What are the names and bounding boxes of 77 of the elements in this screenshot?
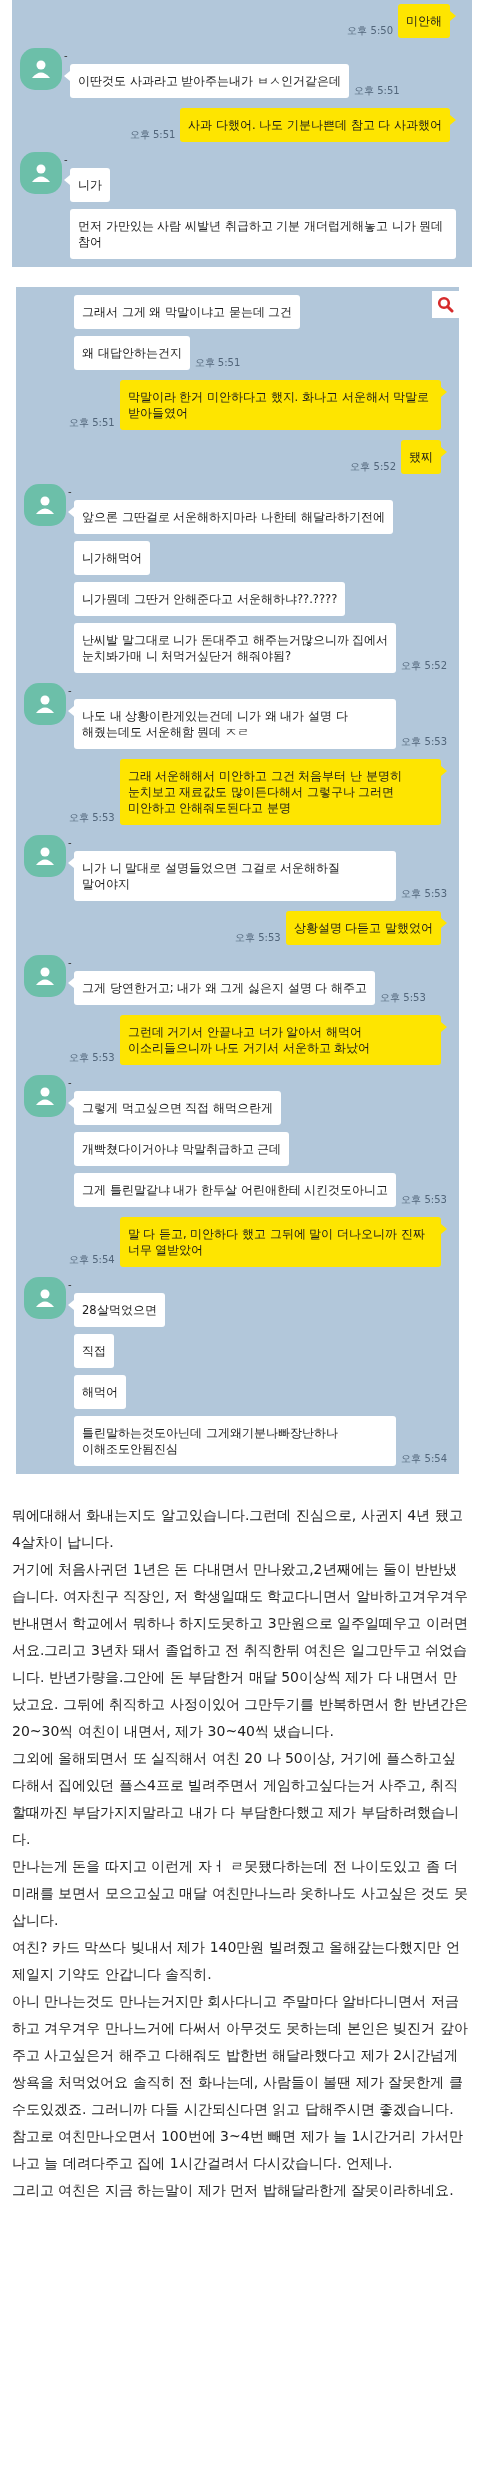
sender-name: - bbox=[68, 685, 72, 696]
sent-message: 말 다 듣고, 미안하다 했고 그뒤에 말이 더나오니까 진짜 너무 열받았어 bbox=[119, 1217, 441, 1267]
message-time: 오후 5:51 bbox=[353, 84, 400, 98]
sent-message: 상황설명 다듣고 말했었어 bbox=[285, 911, 441, 945]
message-time: 오후 5:50 bbox=[347, 24, 393, 38]
post-paragraph: 여친? 카드 막쓰다 빚내서 제가 140만원 빌려줬고 올해갚는다했지만 언제일지 기약도 안갑니다 솔직히. bbox=[12, 1938, 461, 1984]
received-message: 나도 내 상황이란게있는건데 니가 왜 내가 설명 다 해줬는데도 서운해함 뭔데 ㅈㄹ bbox=[74, 699, 397, 749]
bubble-tail bbox=[441, 1022, 447, 1032]
person-icon bbox=[34, 494, 56, 516]
received-message: 28살먹었으면 bbox=[74, 1293, 165, 1327]
sender-name: - bbox=[68, 837, 72, 848]
message-time: 오후 5:53 bbox=[401, 887, 447, 901]
sent-message: 그래 서운해해서 미안하고 그건 처음부터 난 분명히 눈치보고 재료값도 많이든다해서 그렇구나 그러면 미안하고 안해줘도된다고 분명 bbox=[119, 759, 441, 825]
message-time: 오후 5:53 bbox=[69, 1051, 115, 1065]
sender-name: - bbox=[68, 1077, 72, 1088]
received-message: 니가 bbox=[70, 168, 110, 202]
post-paragraph: 아니 만나는것도 만나는거지만 회사다니고 주말마다 알바다니면서 저금하고 겨우겨우 만나느거에 다써서 아무것도 못하는데 본인은 빚진거 갚아주고 사고싶은거 해주고 다해줘도 밥한번 해달라했다고 제가 2시간넘게 쌍욕을 처먹었어요 솔직히 전 화나는데, 사람들이 볼땐 제가 잘못한게 클수도있겠죠. 그러니까 다들 시간되신다면 읽고 답해주시면 좋겠습니다. bbox=[12, 1992, 469, 2119]
sent-message: 됐찌 bbox=[401, 440, 441, 474]
message-time: 오후 5:51 bbox=[194, 356, 241, 370]
search-icon bbox=[437, 296, 454, 313]
message-time: 오후 5:53 bbox=[401, 1193, 447, 1207]
person-icon bbox=[30, 162, 52, 184]
post-paragraph: 거기에 처음사귀던 1년은 돈 다내면서 만나왔고,2년째에는 둘이 반반냈습니다. 여자친구 직장인, 저 학생일때도 학교다니면서 알바하고겨우겨우 반내면서 학교에서 뭐하나 하지도못하고 3만원으로 일주일떼우고 이러면서요.그리고 3년차 돼서 졸업하고 전 취직한뒤 여친은 일그만두고 쉬었습니다. 반년가량을.그안에 돈 부담한거 매달 50이상씩 제가 다 내면서 만났고요. 그뒤에 취직하고 사정이있어 그만두기를 반복하면서 한 반년간은 20~30씩 여친이 내면서, 제가 30~40씩 냈습니다. bbox=[12, 1560, 469, 1741]
sender-name: - bbox=[64, 154, 68, 165]
message-time: 오후 5:53 bbox=[380, 991, 426, 1005]
post-paragraph: 그리고 여친은 지금 하는말이 제가 먼저 밥해달라한게 잘못이라하네요. bbox=[12, 2181, 455, 2200]
message-time: 오후 5:54 bbox=[401, 1452, 447, 1466]
received-message: 그게 틀린말같냐 내가 한두살 어린애한테 시킨것도아니고 bbox=[74, 1173, 397, 1207]
message-time: 오후 5:51 bbox=[69, 416, 115, 430]
person-icon bbox=[34, 1287, 56, 1309]
person-icon bbox=[34, 965, 56, 987]
person-icon bbox=[34, 693, 56, 715]
bubble-tail bbox=[441, 1224, 447, 1234]
bubble-tail bbox=[450, 115, 456, 125]
person-icon bbox=[34, 1085, 56, 1107]
sender-name: - bbox=[68, 1279, 72, 1290]
received-message: 앞으론 그딴걸로 서운해하지마라 나한테 해달라하기전에 bbox=[74, 500, 393, 534]
message-time: 오후 5:53 bbox=[69, 811, 115, 825]
received-message: 개빡쳤다이거아냐 막말취급하고 근데 bbox=[74, 1132, 290, 1166]
sent-message: 미안해 bbox=[398, 4, 450, 38]
message-time: 오후 5:51 bbox=[129, 128, 176, 142]
bubble-tail bbox=[441, 447, 447, 457]
bubble-tail bbox=[441, 918, 447, 928]
post-paragraph: 만나는게 돈을 따지고 이런게 자ㅓ ㄹ못됐다하는데 전 나이도있고 좀 더 미래를 보면서 모으고싶고 매달 여친만나느라 옷하나도 사고싶은 것도 못삽니다. bbox=[12, 1857, 469, 1930]
message-time: 오후 5:53 bbox=[401, 735, 447, 749]
bubble-tail bbox=[450, 11, 456, 21]
post-paragraph: 뭐에대해서 화내는지도 알고있습니다.그런데 진심으로, 사귄지 4년 됐고 4살차이 납니다. bbox=[12, 1506, 464, 1552]
post-paragraph: 그외에 올해되면서 또 실직해서 여친 20 나 50이상, 거기에 플스하고싶다해서 집에있던 플스4프로 빌려주면서 게임하고싶다는거 사주고, 취직할때까진 부담가지지말라고 내가 다 부담한다했고 제가 부담하려했습니다. bbox=[12, 1749, 460, 1849]
message-time: 오후 5:52 bbox=[401, 659, 447, 673]
message-time: 오후 5:54 bbox=[69, 1253, 115, 1267]
sender-name: - bbox=[68, 486, 72, 497]
received-message: 니가 니 말대로 설명들었으면 그걸로 서운해하질 말어야지 bbox=[74, 851, 397, 901]
sender-name: - bbox=[68, 957, 72, 968]
message-time: 오후 5:52 bbox=[350, 460, 396, 474]
received-message: 틀린말하는것도아닌데 그게왜기분나빠장난하나 이해조도안됨진심 bbox=[74, 1416, 397, 1466]
received-message: 니가해먹어 bbox=[74, 541, 150, 575]
search-button[interactable] bbox=[432, 291, 459, 318]
message-time: 오후 5:53 bbox=[235, 931, 281, 945]
bubble-tail bbox=[441, 766, 447, 776]
bubble-tail bbox=[441, 387, 447, 397]
received-message: 니가뭔데 그딴거 안해준다고 서운해하냐??.???? bbox=[74, 582, 346, 616]
sent-message: 막말이라 한거 미안하다고 했지. 화나고 서운해서 막말로 받아들였어 bbox=[119, 380, 441, 430]
received-message: 그렇게 먹고싶으면 직접 해먹으란게 bbox=[74, 1091, 281, 1125]
received-message: 해먹어 bbox=[74, 1375, 126, 1409]
sender-name: - bbox=[64, 50, 68, 61]
post-paragraph: 참고로 여친만나오면서 100번에 3~4번 빼면 제가 늘 1시간거리 가서만나고 늘 데려다주고 집에 1시간걸려서 다시갔습니다. 언제나. bbox=[12, 2127, 464, 2173]
received-message: 왜 대답안하는건지 bbox=[74, 336, 190, 370]
received-message: 그래서 그게 왜 막말이냐고 묻는데 그건 bbox=[74, 295, 301, 329]
received-message: 그게 당연한거고; 내가 왜 그게 싫은지 설명 다 해주고 bbox=[74, 971, 376, 1005]
sent-message: 그런데 거기서 안끝나고 너가 알아서 해먹어 이소리들으니까 나도 거기서 서운하고 화났어 bbox=[119, 1015, 441, 1065]
received-message: 직접 bbox=[74, 1334, 114, 1368]
received-message: 난씨발 말그대로 니가 돈대주고 해주는거많으니까 집에서 눈치봐가매 니 처먹거싶단거 해줘야됨? bbox=[74, 623, 397, 673]
received-message: 먼저 가만있는 사람 씨발년 취급하고 기분 개더럽게해놓고 니가 뭔데 참어 bbox=[70, 209, 456, 259]
received-message: 이딴것도 사과라고 받아주는내가 ㅂㅅ인거같은데 bbox=[70, 64, 349, 98]
person-icon bbox=[30, 58, 52, 80]
sent-message: 사과 다했어. 나도 기분나쁜데 참고 다 사과했어 bbox=[180, 108, 450, 142]
person-icon bbox=[34, 845, 56, 867]
